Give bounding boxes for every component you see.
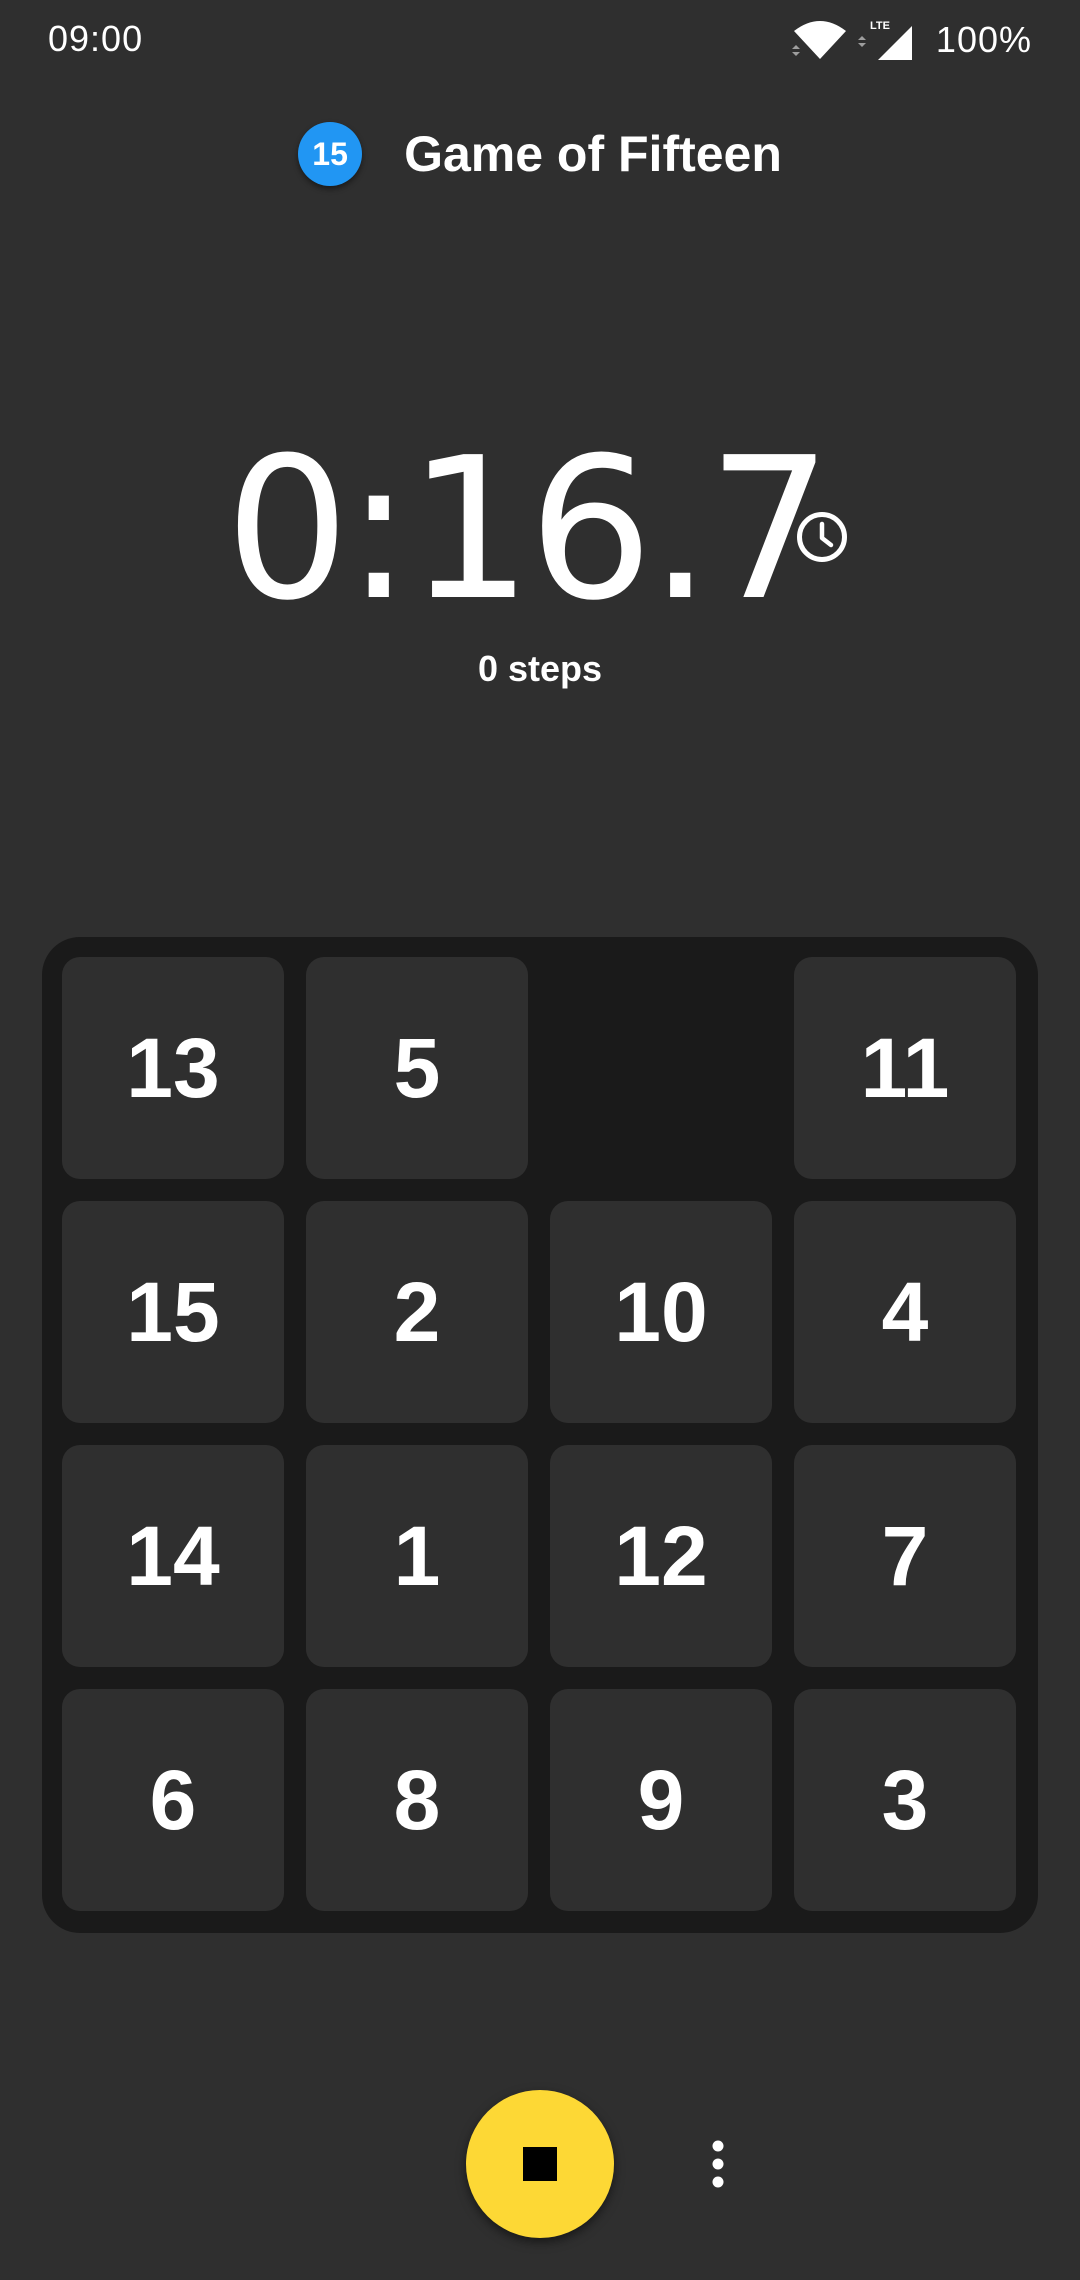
more-options-button[interactable] [694, 2130, 742, 2198]
signal-icon: LTE [857, 20, 912, 60]
app-header: 15 Game of Fifteen [0, 118, 1080, 190]
puzzle-tile[interactable]: 3 [794, 1689, 1016, 1911]
puzzle-tile[interactable]: 2 [306, 1201, 528, 1423]
puzzle-tile[interactable]: 15 [62, 1201, 284, 1423]
puzzle-tile[interactable]: 1 [306, 1445, 528, 1667]
puzzle-tile[interactable]: 12 [550, 1445, 772, 1667]
stop-icon [523, 2147, 557, 2181]
timer-display: 0:16.7 [225, 416, 832, 644]
empty-cell [550, 957, 772, 1179]
puzzle-board: 13 5 11 15 2 10 4 14 1 12 7 6 8 9 3 [42, 937, 1038, 1933]
puzzle-tile[interactable]: 4 [794, 1201, 1016, 1423]
puzzle-tile[interactable]: 7 [794, 1445, 1016, 1667]
app-logo: 15 [298, 122, 363, 186]
status-bar: 09:00 LTE 100% [0, 0, 1080, 80]
clock-icon[interactable] [795, 510, 849, 564]
timer-row: 0:16.7 [0, 430, 1080, 630]
wifi-icon [791, 21, 846, 59]
steps-counter: 0 steps [477, 648, 603, 689]
screen: 09:00 LTE 100% 15 Game of Fifteen 0:16.7 [0, 0, 1080, 2280]
puzzle-tile[interactable]: 8 [306, 1689, 528, 1911]
network-type-label: LTE [870, 20, 890, 32]
puzzle-tile[interactable]: 10 [550, 1201, 772, 1423]
puzzle-tile[interactable]: 6 [62, 1689, 284, 1911]
status-icons: LTE 100% [791, 14, 1032, 66]
puzzle-tile[interactable]: 5 [306, 957, 528, 1179]
stop-button[interactable] [466, 2090, 614, 2238]
puzzle-tile[interactable]: 13 [62, 957, 284, 1179]
status-time: 09:00 [48, 18, 144, 59]
puzzle-tile[interactable]: 9 [550, 1689, 772, 1911]
app-title: Game of Fifteen [404, 126, 782, 182]
battery-percentage: 100% [935, 19, 1032, 60]
puzzle-tile[interactable]: 14 [62, 1445, 284, 1667]
more-vertical-icon [712, 2140, 724, 2188]
puzzle-tile[interactable]: 11 [794, 957, 1016, 1179]
